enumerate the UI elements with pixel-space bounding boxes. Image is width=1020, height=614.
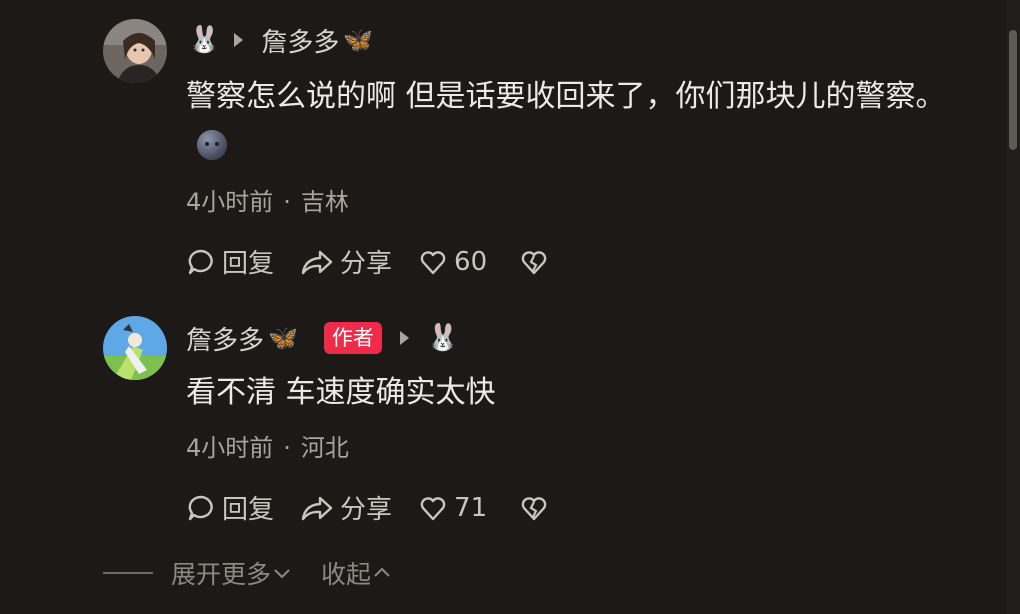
play-triangle-icon — [399, 331, 409, 345]
share-button[interactable]: 分享 — [300, 489, 392, 526]
avatar[interactable] — [103, 19, 167, 83]
username[interactable]: 詹多多 — [261, 22, 339, 59]
comment-actions: 回复 分享 71 — [186, 489, 581, 526]
expand-more-label: 展开更多 — [171, 560, 272, 589]
username[interactable]: 詹多多 — [186, 320, 264, 357]
divider — [103, 572, 153, 574]
timestamp: 4小时前 — [186, 434, 274, 462]
timestamp: 4小时前 — [186, 188, 274, 216]
like-button[interactable]: 60 — [418, 247, 487, 277]
author-badge: 作者 — [323, 322, 382, 354]
heart-icon — [420, 250, 446, 274]
broken-heart-icon — [521, 250, 547, 274]
chevron-up-icon — [374, 567, 390, 577]
comment-text-content: 看不清 车速度确实太快 — [186, 375, 496, 410]
replies-footer: 展开更多 收起 — [103, 555, 421, 591]
dislike-button[interactable] — [519, 247, 555, 277]
comment-meta: 4小时前 · 吉林 — [186, 188, 349, 216]
reply-label: 回复 — [222, 495, 275, 525]
reply-button[interactable]: 回复 — [186, 489, 274, 526]
play-triangle-icon — [234, 33, 244, 47]
comment-header: 詹多多 🦋 作者 🐰 — [186, 318, 473, 358]
speech-bubble-icon — [188, 495, 213, 520]
rabbit-icon: 🐰 — [188, 25, 221, 55]
dislike-button[interactable] — [519, 493, 555, 523]
scrollbar-thumb[interactable] — [1009, 30, 1017, 150]
share-arrow-icon — [301, 250, 333, 274]
location: 吉林 — [300, 188, 349, 216]
comment-actions: 回复 分享 60 — [186, 243, 581, 280]
location: 河北 — [300, 434, 349, 462]
broken-heart-icon — [521, 496, 547, 520]
comment-text-content: 警察怎么说的啊 但是话要收回来了，你们那块儿的警察。 — [186, 79, 946, 114]
reply-label: 回复 — [222, 249, 275, 279]
share-label: 分享 — [340, 495, 393, 525]
like-button[interactable]: 71 — [418, 493, 487, 523]
rabbit-icon: 🐰 — [426, 323, 460, 353]
chevron-down-icon — [274, 569, 290, 579]
emoji-face-icon — [196, 125, 228, 179]
comment-meta: 4小时前 · 河北 — [186, 434, 349, 462]
comment-text: 警察怎么说的啊 但是话要收回来了，你们那块儿的警察。 — [186, 70, 956, 179]
avatar[interactable] — [103, 316, 167, 380]
share-button[interactable]: 分享 — [300, 243, 392, 280]
share-label: 分享 — [340, 249, 393, 279]
comment-text: 看不清 车速度确实太快 — [186, 366, 956, 420]
share-arrow-icon — [301, 496, 333, 520]
comment-header: 🐰 詹多多 🦋 — [188, 20, 373, 60]
speech-bubble-icon — [188, 249, 213, 274]
collapse-label: 收起 — [321, 560, 372, 589]
reply-button[interactable]: 回复 — [186, 243, 274, 280]
butterfly-icon: 🦋 — [268, 324, 298, 352]
like-count: 60 — [454, 246, 488, 277]
expand-more-button[interactable]: 展开更多 — [171, 555, 293, 591]
collapse-button[interactable]: 收起 — [321, 555, 393, 591]
butterfly-icon: 🦋 — [343, 26, 374, 54]
heart-icon — [420, 496, 446, 520]
like-count: 71 — [454, 492, 488, 523]
scrollbar[interactable] — [1006, 0, 1020, 614]
